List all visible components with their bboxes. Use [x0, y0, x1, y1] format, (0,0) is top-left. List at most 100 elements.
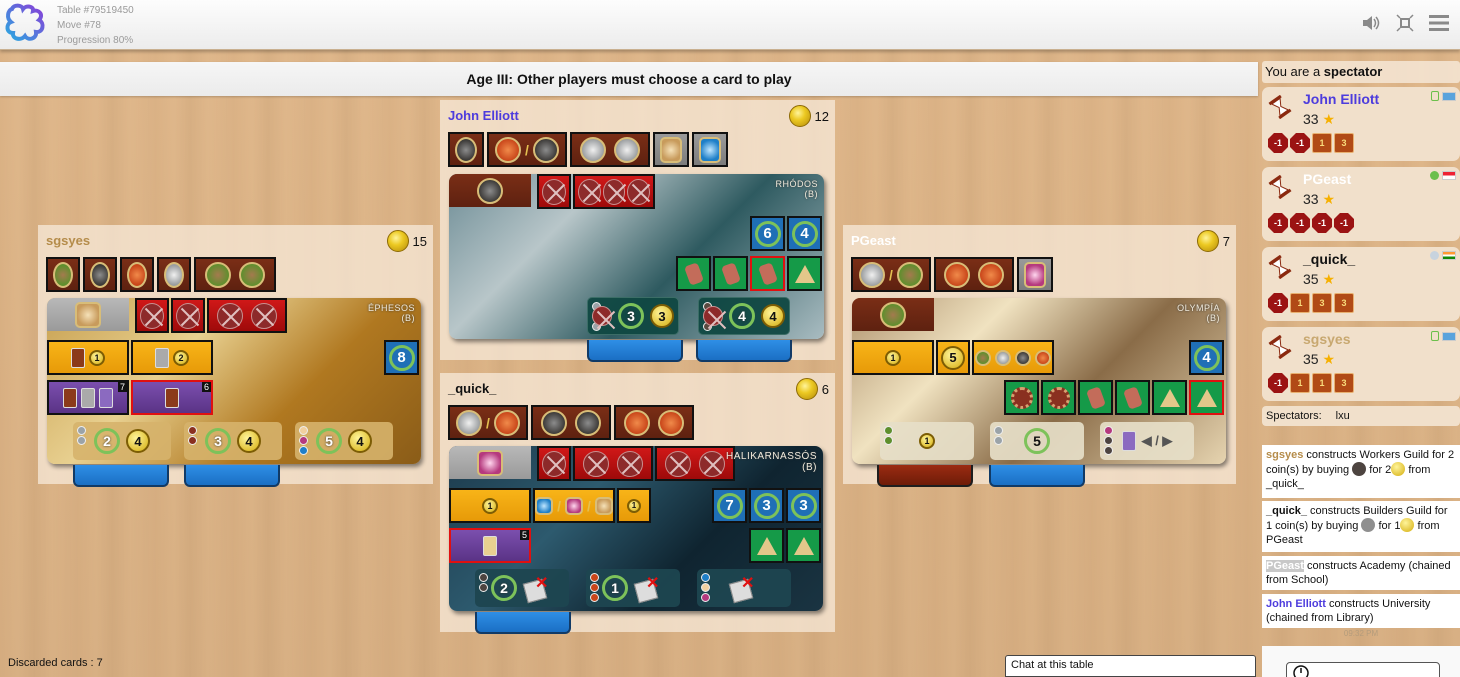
civilian-card[interactable]: 3: [749, 488, 784, 523]
sound-icon[interactable]: [1360, 12, 1382, 34]
civilian-card[interactable]: 7: [712, 488, 747, 523]
shield-icon: [217, 302, 244, 329]
player-panel-quick[interactable]: _quick_ 35 ★ -1 1 3 3: [1262, 247, 1460, 321]
resource-card[interactable]: /: [448, 405, 528, 440]
science-card[interactable]: [1041, 380, 1076, 415]
civilian-card[interactable]: 6: [750, 216, 785, 251]
player-panel-sgsyes[interactable]: sgsyes 35 ★ -1 1 1 3: [1262, 327, 1460, 401]
defeat-token: -1: [1334, 213, 1354, 233]
commercial-card[interactable]: / /: [533, 488, 615, 523]
science-card[interactable]: [787, 256, 822, 291]
science-card[interactable]: [1004, 380, 1039, 415]
science-card[interactable]: [1078, 380, 1113, 415]
resource-card[interactable]: /: [487, 132, 567, 167]
player-panel-john-elliott[interactable]: John Elliott 33 ★ -1 -1 1 3: [1262, 87, 1460, 161]
coin-icon: [1196, 230, 1219, 252]
ore-icon: [1352, 462, 1367, 476]
player-name[interactable]: PGeast: [1303, 171, 1351, 187]
military-card[interactable]: [171, 298, 205, 333]
resource-card[interactable]: [83, 257, 117, 292]
military-card[interactable]: [207, 298, 287, 333]
commercial-card[interactable]: [972, 340, 1054, 375]
military-card[interactable]: [573, 174, 655, 209]
fullscreen-icon[interactable]: [1394, 12, 1416, 34]
science-card[interactable]: [713, 256, 748, 291]
coin-count: 7: [1196, 230, 1230, 252]
player-panel-pgeast[interactable]: PGeast 33 ★ -1 -1 -1 -1: [1262, 167, 1460, 241]
commercial-card[interactable]: 1: [617, 488, 651, 523]
ore-icon: [533, 136, 560, 163]
resource-card[interactable]: [157, 257, 191, 292]
clay-icon: [127, 261, 147, 288]
bga-logo[interactable]: [4, 3, 48, 43]
stone-icon: [455, 409, 482, 436]
player-name[interactable]: John Elliott: [1303, 91, 1379, 107]
star-icon: ★: [1322, 191, 1336, 207]
resource-card[interactable]: [934, 257, 1014, 292]
resource-card[interactable]: /: [851, 257, 931, 292]
tablet-icon: [1122, 385, 1143, 410]
spectator-name[interactable]: lxu: [1336, 410, 1350, 422]
commercial-card[interactable]: 1: [47, 340, 129, 375]
science-card[interactable]: [1152, 380, 1187, 415]
resource-card[interactable]: [448, 132, 484, 167]
clock-button[interactable]: [1286, 662, 1440, 677]
table-chat-window[interactable]: Chat at this table: [1005, 655, 1256, 677]
military-card[interactable]: [537, 174, 571, 209]
military-card[interactable]: [537, 446, 571, 481]
science-card[interactable]: [749, 528, 784, 563]
log-entry: PGeast constructs Academy (chained from …: [1262, 556, 1460, 590]
civilian-card[interactable]: 4: [1189, 340, 1224, 375]
menu-icon[interactable]: [1428, 12, 1450, 34]
loom-icon: [477, 449, 503, 476]
log-entry: sgsyes constructs Workers Guild for 2 co…: [1262, 445, 1460, 498]
science-card[interactable]: [786, 528, 821, 563]
resource-card[interactable]: [692, 132, 728, 167]
civilian-card[interactable]: 4: [787, 216, 822, 251]
resource-card[interactable]: [531, 405, 611, 440]
player-name[interactable]: sgsyes: [1303, 331, 1350, 347]
resource-card[interactable]: [614, 405, 694, 440]
shield-icon: [176, 302, 200, 329]
science-card[interactable]: [750, 256, 785, 291]
resource-card[interactable]: [120, 257, 154, 292]
civilian-card[interactable]: 3: [786, 488, 821, 523]
resource-card[interactable]: [653, 132, 689, 167]
shield-icon: [665, 450, 692, 477]
commercial-card[interactable]: 2: [131, 340, 213, 375]
player-name[interactable]: _quick_: [1303, 251, 1355, 267]
wonder-stage-1: 3 3: [587, 297, 679, 335]
victory-token: 1: [1312, 133, 1332, 153]
stone-icon: [613, 136, 640, 163]
flag-icon: [1442, 91, 1456, 101]
guild-card[interactable]: 6: [131, 380, 213, 415]
guild-cards: 7 6: [47, 380, 213, 415]
commercial-card[interactable]: 5: [936, 340, 970, 375]
resource-cards: /: [448, 405, 694, 440]
chat-title[interactable]: Chat at this table: [1011, 659, 1094, 671]
stone-icon: [164, 261, 184, 288]
guild-card[interactable]: 5: [449, 528, 531, 563]
resource-card[interactable]: [570, 132, 650, 167]
glass-icon: [699, 136, 721, 163]
science-card[interactable]: [1115, 380, 1150, 415]
wonder-stage-3: [697, 569, 791, 607]
commercial-card[interactable]: 1: [852, 340, 934, 375]
science-card[interactable]: [1189, 380, 1224, 415]
resource-card[interactable]: [46, 257, 80, 292]
military-card[interactable]: [135, 298, 169, 333]
commercial-card[interactable]: 1: [449, 488, 531, 523]
wonder-stage-2: 1: [586, 569, 680, 607]
civilian-card[interactable]: 8: [384, 340, 419, 375]
coin-icon: [795, 378, 818, 400]
military-card[interactable]: [573, 446, 653, 481]
discarded-cards-count[interactable]: Discarded cards : 7: [8, 657, 103, 669]
military-card[interactable]: [655, 446, 735, 481]
player-name: John Elliott: [448, 108, 519, 123]
guild-card[interactable]: 7: [47, 380, 129, 415]
defeat-token: -1: [1268, 373, 1288, 393]
resource-card[interactable]: [194, 257, 276, 292]
hourglass-icon: [1268, 175, 1292, 199]
science-card[interactable]: [676, 256, 711, 291]
resource-card[interactable]: [1017, 257, 1053, 292]
